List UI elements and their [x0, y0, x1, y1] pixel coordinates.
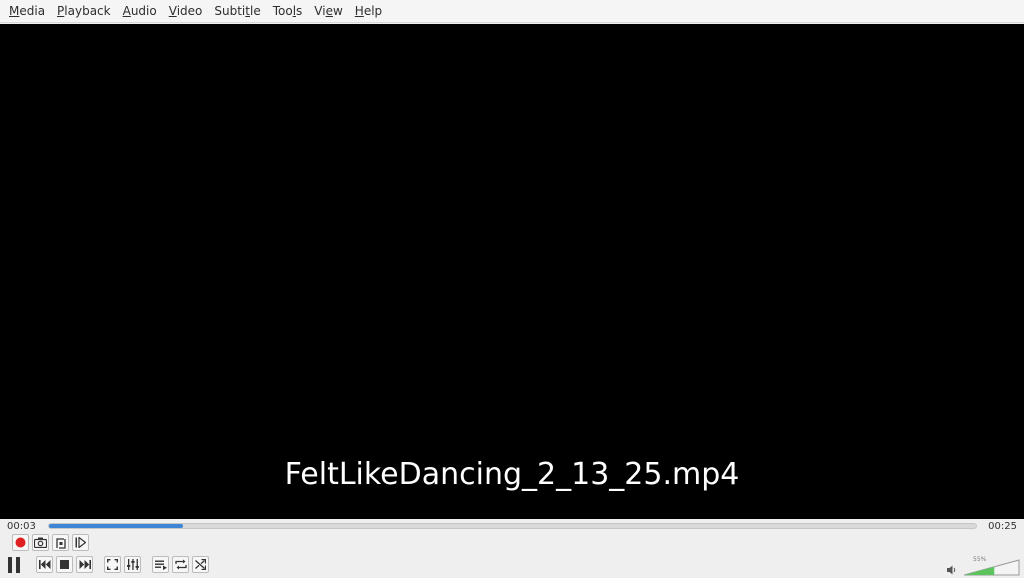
repeat-icon [174, 559, 187, 570]
menu-audio[interactable]: Audio [117, 0, 163, 23]
video-area[interactable]: FeltLikeDancing_2_13_25.mp4 [0, 24, 1024, 519]
next-button[interactable] [76, 556, 93, 573]
record-icon [15, 537, 26, 548]
fullscreen-icon [107, 559, 118, 570]
elapsed-time: 00:03 [7, 521, 36, 532]
seek-progress [49, 524, 184, 528]
camera-icon [34, 537, 47, 548]
playlist-button[interactable] [152, 556, 169, 573]
osd-filename: FeltLikeDancing_2_13_25.mp4 [284, 457, 740, 492]
menu-view[interactable]: View [308, 0, 349, 23]
menu-subtitle[interactable]: Subtitle [208, 0, 266, 23]
playlist-icon [154, 560, 167, 570]
volume-control[interactable]: 55% [945, 556, 1020, 576]
record-button[interactable] [12, 534, 29, 551]
controls-panel: 00:03 00:25 55% [0, 519, 1024, 578]
snapshot-button[interactable] [32, 534, 49, 551]
frame-step-icon [75, 537, 86, 548]
repeat-button[interactable] [172, 556, 189, 573]
menu-bar: Media Playback Audio Video Subtitle Tool… [0, 0, 1024, 23]
equalizer-icon [126, 559, 139, 570]
volume-slider[interactable] [964, 559, 1020, 576]
loop-ab-button[interactable] [52, 534, 69, 551]
menu-tools[interactable]: Tools [267, 0, 309, 23]
previous-icon [38, 560, 50, 569]
extended-settings-button[interactable] [124, 556, 141, 573]
menu-help[interactable]: Help [349, 0, 388, 23]
next-icon [79, 560, 91, 569]
frame-step-button[interactable] [72, 534, 89, 551]
shuffle-icon [195, 559, 206, 570]
pause-button[interactable] [4, 555, 24, 575]
speaker-icon [947, 565, 956, 575]
previous-button[interactable] [36, 556, 53, 573]
loop-ab-icon [55, 537, 66, 549]
menu-video[interactable]: Video [163, 0, 209, 23]
pause-icon [8, 557, 20, 573]
menu-media[interactable]: Media [3, 0, 51, 23]
stop-icon [60, 560, 69, 569]
fullscreen-button[interactable] [104, 556, 121, 573]
stop-button[interactable] [56, 556, 73, 573]
seek-bar[interactable] [48, 523, 977, 529]
shuffle-button[interactable] [192, 556, 209, 573]
menu-playback[interactable]: Playback [51, 0, 117, 23]
total-time: 00:25 [988, 521, 1017, 532]
